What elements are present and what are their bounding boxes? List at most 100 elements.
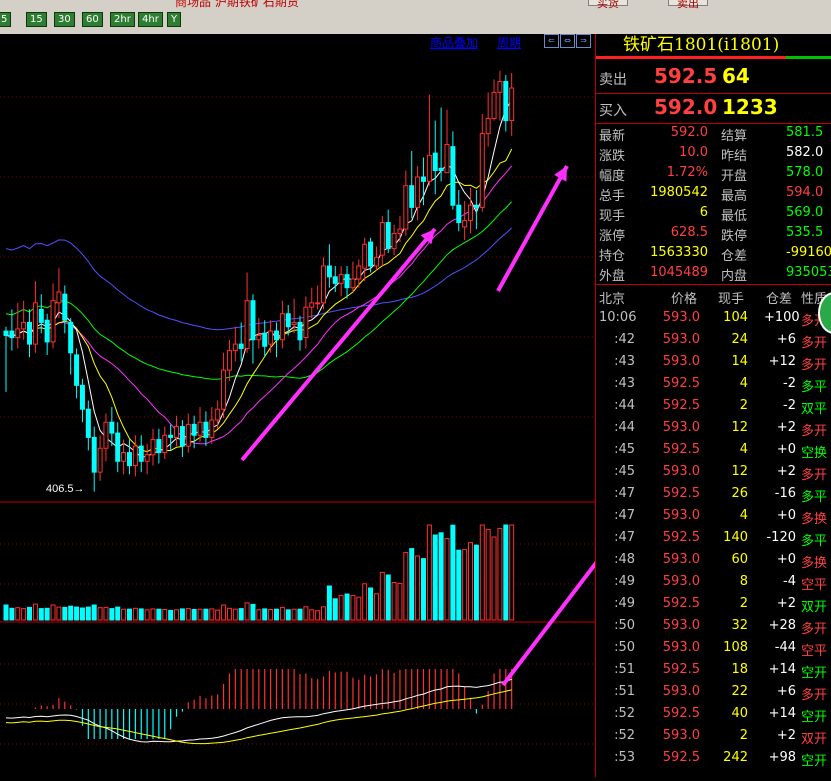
volume-bar	[344, 593, 350, 621]
tick-time: :50	[614, 640, 635, 655]
volume-bar	[373, 593, 379, 621]
volume-bar	[244, 602, 250, 621]
tick-volume: 40	[731, 706, 748, 721]
buy-button[interactable]: 买货	[588, 0, 628, 10]
volume-bar	[326, 585, 332, 621]
candle-body	[27, 321, 33, 345]
stat-l2: 结算	[721, 129, 748, 144]
volume-bar	[209, 608, 215, 621]
tick-time: :52	[614, 706, 635, 721]
period-5-button[interactable]: 5	[0, 12, 12, 27]
tick-price: 593.0	[662, 464, 700, 479]
volume-bar	[438, 532, 444, 621]
volume-bar	[85, 606, 91, 621]
volume-bar	[226, 607, 232, 621]
volume-bar	[468, 542, 474, 621]
stat-v1: 1045489	[650, 265, 708, 280]
tick-time: 10:06	[599, 310, 637, 325]
candle-body	[273, 330, 279, 341]
tick-time: :45	[614, 464, 635, 479]
tick-price: 593.0	[662, 310, 700, 325]
tick-row: 10:06 593.0 104 +100 多开	[596, 307, 831, 329]
tick-price: 593.0	[662, 332, 700, 347]
tick-change: +2	[776, 420, 796, 435]
tick-time: :51	[614, 662, 635, 677]
nav-center-icon[interactable]: ⇔	[560, 34, 575, 48]
tick-change: +12	[768, 354, 796, 369]
volume-bar	[309, 609, 315, 621]
volume-bar	[420, 558, 426, 621]
period-y-button[interactable]: Y	[167, 12, 182, 27]
volume-bar	[121, 608, 127, 621]
nav-right-icon[interactable]: ⇒	[576, 34, 591, 48]
period-4hr-button[interactable]: 4hr	[138, 12, 163, 27]
candle-body	[373, 256, 379, 267]
tick-nature: 多开	[801, 358, 828, 373]
separator	[596, 284, 831, 285]
volume-bar	[268, 609, 274, 621]
top-toolbar: 商场品 沪期铁矿石期货 买货 卖出 5 15 30 60 2hr 4hr Y	[0, 0, 831, 35]
period-2hr-button[interactable]: 2hr	[110, 12, 135, 27]
tick-time: :52	[614, 728, 635, 743]
candle-body	[321, 265, 327, 304]
volume-bar	[362, 583, 368, 621]
tick-nature: 空开	[801, 666, 828, 681]
col-price-header: 价格	[671, 292, 698, 307]
buy-price: 592.0	[654, 95, 718, 119]
volume-bar	[462, 549, 468, 621]
buy-quote-row: 买入 592.0 1233	[596, 93, 831, 123]
volume-bar	[174, 609, 180, 621]
tick-change: +6	[776, 332, 796, 347]
stat-row: 总手 1980542 最高 594.0	[596, 184, 831, 204]
volume-bar	[397, 582, 403, 621]
period-15-button[interactable]: 15	[26, 12, 47, 27]
sell-price: 592.5	[654, 64, 718, 88]
tick-nature: 多平	[801, 490, 828, 505]
candle-body	[503, 81, 509, 122]
tick-price: 592.5	[662, 442, 700, 457]
stat-l1: 持仓	[599, 249, 626, 264]
tick-volume: 4	[739, 442, 748, 457]
stat-v2: 594.0	[786, 185, 824, 200]
stat-row: 现手 6 最低 569.0	[596, 204, 831, 224]
volume-bar	[332, 598, 338, 621]
overlay-link[interactable]: 商品叠加	[430, 34, 478, 51]
volume-bar	[3, 604, 9, 621]
stat-l2: 仓差	[721, 249, 748, 264]
volume-bar	[27, 606, 33, 621]
volume-bar	[409, 548, 415, 621]
nav-left-icon[interactable]: ⇐	[544, 34, 559, 48]
volume-bar	[9, 607, 15, 621]
period-30-button[interactable]: 30	[54, 12, 75, 27]
volume-bar	[115, 606, 121, 621]
tick-volume: 8	[739, 574, 748, 589]
candle-body	[462, 219, 468, 228]
candle-body	[3, 330, 9, 336]
tick-nature: 多平	[801, 534, 828, 549]
sell-button[interactable]: 卖出	[668, 0, 708, 10]
period-60-button[interactable]: 60	[82, 12, 103, 27]
kline-chart: 406.5→	[0, 70, 614, 745]
volume-bar	[168, 609, 174, 621]
volume-bar	[385, 574, 391, 621]
tick-time: :47	[614, 530, 635, 545]
stat-row: 最新 592.0 结算 581.5	[596, 124, 831, 144]
volume-bar	[68, 605, 74, 621]
candle-body	[415, 176, 421, 208]
sell-label: 卖出	[599, 72, 627, 88]
candle-body	[103, 421, 109, 449]
tick-change: +2	[776, 464, 796, 479]
candle-body	[438, 167, 444, 172]
candle-body	[338, 274, 344, 284]
candle-body	[215, 408, 221, 421]
candle-body	[203, 421, 209, 438]
candle-body	[126, 452, 132, 467]
tick-price: 593.0	[662, 420, 700, 435]
low-price-label: 406.5→	[46, 483, 85, 495]
stat-l1: 外盘	[599, 269, 626, 284]
period-link[interactable]: 周期	[497, 34, 521, 51]
tick-row: :49 592.5 2 +2 双开	[596, 593, 831, 615]
kline-chart-area[interactable]: 406.5→	[0, 34, 614, 777]
tick-row: :42 593.0 24 +6 多开	[596, 329, 831, 351]
candle-body	[297, 321, 303, 341]
